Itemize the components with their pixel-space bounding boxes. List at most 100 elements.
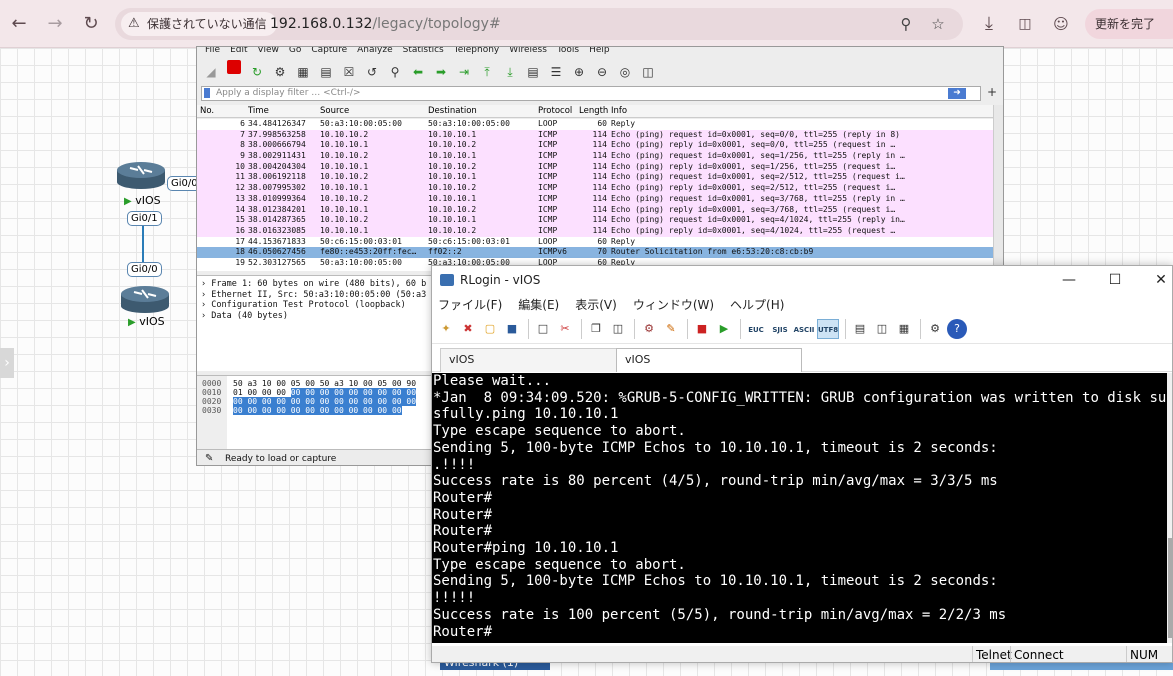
tab-vios-1[interactable]: vIOS bbox=[440, 348, 620, 372]
new-connection-icon[interactable]: ✦ bbox=[436, 319, 456, 339]
settings-icon[interactable]: ⚙ bbox=[925, 319, 945, 339]
find-packet-icon[interactable]: ⚲ bbox=[385, 63, 405, 81]
capture-options-icon[interactable]: ⚙ bbox=[270, 63, 290, 81]
hex-bytes[interactable]: 50 a3 10 00 05 00 50 a3 10 00 05 00 90 0… bbox=[233, 379, 417, 415]
cut-icon[interactable]: ✂ bbox=[555, 319, 575, 339]
script-icon[interactable]: ⚙ bbox=[639, 319, 659, 339]
menu-item[interactable]: 編集(E) bbox=[518, 298, 559, 312]
bookmark-star-icon[interactable]: ☆ bbox=[926, 12, 950, 36]
paste-icon[interactable]: ◫ bbox=[608, 319, 628, 339]
autoscroll-icon[interactable]: ▤ bbox=[523, 63, 543, 81]
menu-item[interactable]: Statistics bbox=[403, 47, 444, 55]
packet-row[interactable]: 11 38.006192118 10.10.10.2 10.10.10.1 ICMP 11… bbox=[197, 172, 993, 184]
url-text[interactable]: 192.168.0.132/legacy/topology# bbox=[270, 8, 501, 40]
terminal-output[interactable]: Please wait... *Jan 8 09:34:09.520: %GRUB… bbox=[432, 373, 1167, 643]
first-packet-icon[interactable]: ⤒ bbox=[477, 63, 497, 81]
link-line[interactable] bbox=[142, 226, 144, 266]
column-header[interactable]: Length bbox=[579, 105, 608, 118]
column-header[interactable]: Destination bbox=[428, 105, 477, 118]
go-to-packet-icon[interactable]: ⇥ bbox=[454, 63, 474, 81]
router2-label[interactable]: ▶ vIOS bbox=[128, 315, 165, 328]
port-label[interactable]: Gi0/1 bbox=[127, 211, 162, 226]
maximize-icon[interactable]: ☐ bbox=[1092, 266, 1138, 294]
spell-icon[interactable]: ✎ bbox=[661, 319, 681, 339]
port-label[interactable]: Gi0/0 bbox=[127, 262, 162, 277]
profile-avatar-icon[interactable]: ☺ bbox=[1048, 11, 1074, 37]
go-back-icon[interactable]: ⬅ bbox=[408, 63, 428, 81]
update-button[interactable]: 更新を完了 bbox=[1085, 9, 1173, 39]
column-header[interactable]: Info bbox=[611, 105, 627, 118]
address-bar[interactable]: ⚠ 保護されていない通信 192.168.0.132/legacy/topolo… bbox=[115, 8, 963, 40]
start-capture-icon[interactable]: ◢ bbox=[201, 63, 221, 81]
open-folder-icon[interactable]: ▢ bbox=[480, 319, 500, 339]
normal-size-icon[interactable]: ◎ bbox=[615, 63, 635, 81]
split-horizontal-icon[interactable]: ▤ bbox=[850, 319, 870, 339]
zoom-in-icon[interactable]: ⊕ bbox=[569, 63, 589, 81]
disconnect-icon[interactable]: ✖ bbox=[458, 319, 478, 339]
menu-item[interactable]: 表示(V) bbox=[575, 298, 617, 312]
forward-icon[interactable]: → bbox=[42, 11, 68, 37]
expert-info-icon[interactable]: ✎ bbox=[205, 450, 213, 465]
encoding-euc-button[interactable]: EUC bbox=[745, 320, 767, 340]
save-icon[interactable]: ■ bbox=[502, 319, 522, 339]
menu-item[interactable]: Help bbox=[589, 47, 610, 55]
split-grid-icon[interactable]: ▦ bbox=[894, 319, 914, 339]
packet-row[interactable]: 9 38.002911431 10.10.10.2 10.10.10.1 ICMP 114… bbox=[197, 151, 993, 162]
terminal-scrollbar[interactable] bbox=[1167, 373, 1172, 643]
encoding-ascii-button[interactable]: ASCII bbox=[793, 320, 815, 340]
expand-sidebar-icon[interactable]: › bbox=[0, 348, 14, 378]
encoding-utf8-button[interactable]: UTF8 bbox=[817, 319, 839, 339]
router1-label[interactable]: ▶ vIOS bbox=[124, 194, 161, 207]
packet-row[interactable]: 12 38.007995302 10.10.10.1 10.10.10.2 ICMP 11… bbox=[197, 183, 993, 194]
reload-file-icon[interactable]: ↺ bbox=[362, 63, 382, 81]
colorize-icon[interactable]: ☰ bbox=[546, 63, 566, 81]
reload-icon[interactable]: ↻ bbox=[78, 11, 104, 37]
menu-item[interactable]: View bbox=[258, 47, 279, 55]
packet-list-scrollbar[interactable] bbox=[993, 105, 1003, 271]
encoding-sjis-button[interactable]: SJIS bbox=[769, 320, 791, 340]
column-header[interactable]: Source bbox=[320, 105, 349, 118]
menu-item[interactable]: Telephony bbox=[454, 47, 500, 55]
zoom-out-icon[interactable]: ⊖ bbox=[592, 63, 612, 81]
new-document-icon[interactable]: □ bbox=[533, 319, 553, 339]
add-filter-button[interactable]: + bbox=[987, 85, 997, 99]
menu-item[interactable]: Edit bbox=[230, 47, 247, 55]
tab-vios-2[interactable]: vIOS bbox=[616, 348, 802, 372]
packet-row[interactable]: 8 38.000666794 10.10.10.1 10.10.10.2 ICMP 114… bbox=[197, 140, 993, 152]
resize-columns-icon[interactable]: ◫ bbox=[638, 63, 658, 81]
packet-row[interactable]: 6 34.484126347 50:a3:10:00:05:00 50:a3:10:0… bbox=[197, 119, 993, 130]
packet-row[interactable]: 15 38.014287365 10.10.10.2 10.10.10.1 ICMP 11… bbox=[197, 215, 993, 226]
scrollbar-thumb[interactable] bbox=[1168, 538, 1172, 638]
apply-filter-icon[interactable]: ➜ bbox=[948, 88, 966, 99]
packet-row[interactable]: 18 46.050627456 fe80::e453:20ff:fec… ff02::… bbox=[197, 247, 993, 258]
split-vertical-icon[interactable]: ◫ bbox=[872, 319, 892, 339]
download-icon[interactable]: ⤓ bbox=[976, 11, 1002, 37]
copy-icon[interactable]: ❐ bbox=[586, 319, 606, 339]
packet-list[interactable]: 6 34.484126347 50:a3:10:00:05:00 50:a3:10:0… bbox=[197, 119, 993, 271]
security-chip[interactable]: ⚠ 保護されていない通信 bbox=[121, 12, 277, 36]
side-panel-icon[interactable]: ◫ bbox=[1012, 11, 1038, 37]
menu-item[interactable]: File bbox=[205, 47, 220, 55]
close-file-icon[interactable]: ☒ bbox=[339, 63, 359, 81]
save-file-icon[interactable]: ▤ bbox=[316, 63, 336, 81]
stop-capture-icon[interactable] bbox=[227, 60, 241, 74]
display-filter-input[interactable]: Apply a display filter … <Ctrl-/> ➜ bbox=[201, 86, 981, 101]
menu-item[interactable]: Analyze bbox=[357, 47, 392, 55]
menu-item[interactable]: Capture bbox=[311, 47, 347, 55]
go-forward-icon[interactable]: ➡ bbox=[431, 63, 451, 81]
packet-row[interactable]: 7 37.998563258 10.10.10.2 10.10.10.1 ICMP 114… bbox=[197, 129, 993, 141]
packet-row[interactable]: 16 38.016323085 10.10.10.1 10.10.10.2 ICMP 11… bbox=[197, 225, 993, 237]
menu-item[interactable]: ファイル(F) bbox=[438, 298, 502, 312]
router-icon[interactable] bbox=[116, 160, 166, 190]
minimize-icon[interactable]: — bbox=[1046, 266, 1092, 294]
back-icon[interactable]: ← bbox=[6, 11, 32, 37]
restart-capture-icon[interactable]: ↻ bbox=[247, 63, 267, 81]
record-stop-icon[interactable]: ■ bbox=[692, 319, 712, 339]
zoom-icon[interactable]: ⚲ bbox=[894, 12, 918, 36]
help-icon[interactable]: ? bbox=[947, 319, 967, 339]
menu-item[interactable]: Tools bbox=[557, 47, 579, 55]
packet-row[interactable]: 17 44.153671833 50:c6:15:00:03:01 50:c6:15:… bbox=[197, 237, 993, 248]
play-icon[interactable]: ▶ bbox=[714, 319, 734, 339]
column-header[interactable]: Time bbox=[248, 105, 269, 118]
menu-item[interactable]: Wireless bbox=[509, 47, 547, 55]
